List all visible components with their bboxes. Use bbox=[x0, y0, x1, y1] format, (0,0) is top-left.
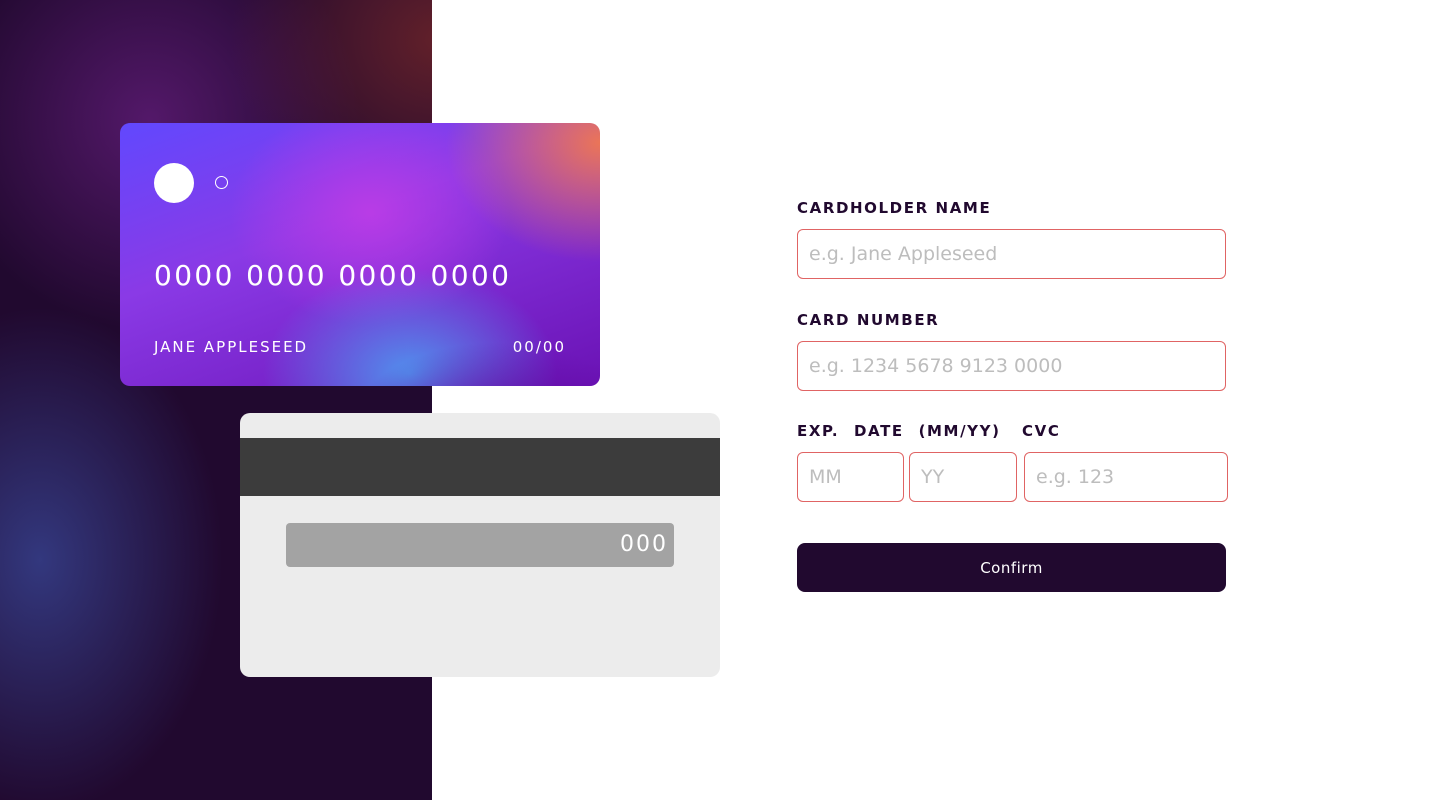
card-logo-ring-icon bbox=[215, 176, 228, 189]
cvc-label: CVC bbox=[1022, 422, 1061, 440]
exp-date-label: EXP. DATE (MM/YY) bbox=[797, 422, 1001, 440]
cvc-input[interactable] bbox=[1024, 452, 1228, 502]
cardholder-name-label: CARDHOLDER NAME bbox=[797, 199, 992, 217]
card-back: 000 bbox=[240, 413, 720, 677]
exp-month-input[interactable] bbox=[797, 452, 904, 502]
confirm-button[interactable]: Confirm bbox=[797, 543, 1226, 592]
cvc-display: 000 bbox=[620, 532, 668, 557]
card-number-input[interactable] bbox=[797, 341, 1226, 391]
cardholder-name-display: JANE APPLESEED bbox=[154, 338, 309, 356]
side-background-panel bbox=[0, 0, 432, 800]
card-expiry-display: 00/00 bbox=[512, 338, 566, 356]
card-logo-circle-icon bbox=[154, 163, 194, 203]
card-front: 0000 0000 0000 0000 JANE APPLESEED 00/00 bbox=[120, 123, 600, 386]
signature-strip: 000 bbox=[286, 523, 674, 567]
exp-year-input[interactable] bbox=[909, 452, 1017, 502]
card-number-display: 0000 0000 0000 0000 bbox=[154, 259, 512, 292]
magnetic-strip bbox=[240, 438, 720, 496]
cardholder-name-input[interactable] bbox=[797, 229, 1226, 279]
card-number-label: CARD NUMBER bbox=[797, 311, 940, 329]
